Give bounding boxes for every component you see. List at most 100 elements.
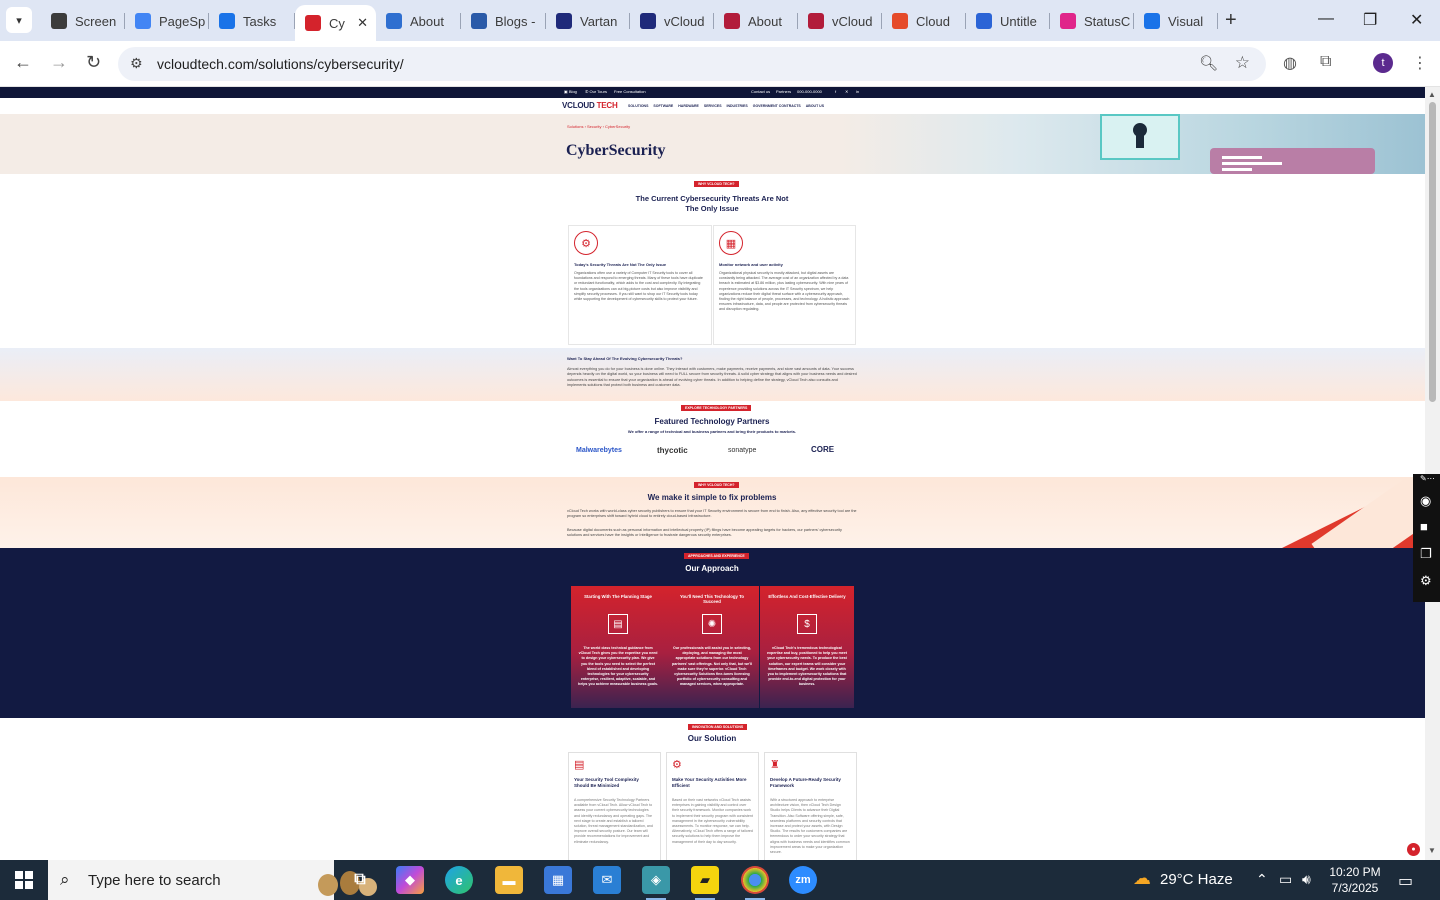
zoom-icon[interactable]: 🔍︎ bbox=[1199, 54, 1218, 72]
search-placeholder[interactable]: Type here to search bbox=[88, 872, 221, 889]
site-logo[interactable]: VCLOUD TECH bbox=[562, 101, 618, 110]
core-security-logo[interactable]: CORE bbox=[811, 445, 834, 454]
back-icon[interactable]: ← bbox=[14, 52, 32, 73]
facebook-icon[interactable]: f bbox=[835, 89, 836, 94]
new-tab-button[interactable]: + bbox=[1225, 9, 1237, 32]
x-social-icon[interactable]: ✕ bbox=[845, 89, 848, 94]
browser-tab[interactable]: Blogs - bbox=[461, 7, 546, 35]
tab-close-icon[interactable]: ✕ bbox=[357, 15, 368, 31]
window-capture-icon[interactable]: ❐ bbox=[1420, 546, 1432, 562]
minimize-button[interactable]: — bbox=[1318, 10, 1334, 28]
topbar-tours-link[interactable]: ✆ Our Tours bbox=[585, 89, 607, 94]
forward-icon[interactable]: → bbox=[50, 52, 68, 73]
pin-icon[interactable]: ✎⋯ bbox=[1420, 474, 1435, 483]
browser-tab[interactable]: Visual bbox=[1134, 7, 1218, 35]
thycotic-logo[interactable]: thycotic bbox=[657, 446, 688, 455]
profile-avatar[interactable]: t bbox=[1373, 53, 1393, 73]
partners-heading: Featured Technology Partners bbox=[654, 417, 770, 426]
topbar-partners-link[interactable]: Partners bbox=[776, 89, 791, 94]
close-window-button[interactable]: ✕ bbox=[1410, 10, 1423, 30]
file-explorer-icon[interactable]: ▬ bbox=[495, 866, 523, 894]
linkedin-icon[interactable]: in bbox=[856, 89, 859, 94]
nav-item[interactable]: SOFTWARE bbox=[653, 104, 673, 108]
copilot-icon[interactable]: ◆ bbox=[396, 866, 424, 894]
clock[interactable]: 10:20 PM 7/3/2025 bbox=[1326, 864, 1384, 896]
mail-icon[interactable]: ✉ bbox=[593, 866, 621, 894]
malwarebytes-logo[interactable]: Malwarebytes bbox=[576, 447, 622, 454]
solution-card-3: ♜ Develop A Future-Ready Security Framew… bbox=[764, 752, 857, 860]
nav-item[interactable]: INDUSTRIES bbox=[727, 104, 748, 108]
approach-card-planning: Starting With The Planning Stage ▤ The w… bbox=[571, 586, 665, 708]
bookmark-star-icon[interactable]: ☆ bbox=[1235, 53, 1250, 73]
threats-badge: WHY VCLOUD TECH? bbox=[694, 181, 739, 187]
network-icon[interactable]: ▭ bbox=[1279, 871, 1292, 888]
weather-text[interactable]: 29°C Haze bbox=[1160, 871, 1233, 888]
delivery-icon: $ bbox=[797, 614, 817, 634]
nav-item[interactable]: SOLUTIONS bbox=[628, 104, 648, 108]
reload-icon[interactable]: ↻ bbox=[86, 52, 101, 73]
tab-title: Cloud bbox=[916, 13, 950, 29]
tab-search-button[interactable]: ▾ bbox=[6, 7, 32, 33]
browser-tab[interactable]: Tasks bbox=[209, 7, 295, 35]
hero-window-graphic bbox=[1210, 148, 1375, 174]
browser-tab[interactable]: vCloud bbox=[630, 7, 714, 35]
task-view-icon[interactable]: ⧉ bbox=[346, 866, 374, 894]
sticky-notes-icon[interactable]: ▰ bbox=[691, 866, 719, 900]
notifications-icon[interactable]: ▭ bbox=[1398, 871, 1413, 891]
extensions-icon[interactable]: ⧉ bbox=[1320, 53, 1331, 71]
store-icon[interactable]: ▦ bbox=[544, 866, 572, 894]
app-icon[interactable]: ◈ bbox=[642, 866, 670, 900]
weather-icon[interactable]: ☁ bbox=[1133, 868, 1151, 889]
address-bar[interactable]: ⚙ vcloudtech.com/solutions/cybersecurity… bbox=[118, 47, 1266, 81]
video-icon[interactable]: ■ bbox=[1420, 519, 1428, 534]
translate-icon[interactable]: ◍ bbox=[1283, 53, 1297, 73]
notification-dot-icon[interactable]: ● bbox=[1407, 843, 1420, 856]
browser-tab[interactable]: About bbox=[714, 7, 798, 35]
planning-icon: ▤ bbox=[608, 614, 628, 634]
site-info-icon[interactable]: ⚙ bbox=[130, 55, 143, 72]
camera-icon[interactable]: ◉ bbox=[1420, 493, 1431, 509]
taskbar-search[interactable]: ⌕ Type here to search bbox=[48, 860, 377, 900]
tray-expand-icon[interactable]: ⌃ bbox=[1256, 871, 1268, 888]
approach-badge: APPROACHES AND EXPERIENCE bbox=[684, 553, 749, 559]
browser-tab[interactable]: vCloud bbox=[798, 7, 882, 35]
simple-text-2: Because digital documents such as person… bbox=[567, 528, 842, 538]
card-text: Organizations often use a variety of Com… bbox=[574, 271, 703, 302]
browser-tab[interactable]: Vartan bbox=[546, 7, 630, 35]
nav-item[interactable]: HARDWARE bbox=[678, 104, 699, 108]
tasks-icon bbox=[219, 13, 235, 29]
maximize-button[interactable]: ❐ bbox=[1363, 10, 1377, 30]
topbar-consultation-link[interactable]: Free Consultation bbox=[614, 89, 646, 94]
nav-item[interactable]: SERVICES bbox=[704, 104, 722, 108]
simple-heading: We make it simple to fix problems bbox=[647, 493, 777, 502]
topbar-contact-link[interactable]: Contact us bbox=[751, 89, 770, 94]
volume-icon[interactable]: 🔊︎ bbox=[1302, 871, 1311, 888]
topbar-blog-link[interactable]: ▣ Blog bbox=[564, 89, 577, 94]
sonatype-logo[interactable]: sonatype bbox=[728, 447, 756, 454]
scroll-down-icon[interactable]: ▼ bbox=[1428, 846, 1436, 855]
simple-badge: WHY VCLOUD TECH? bbox=[694, 482, 739, 488]
settings-gear-icon[interactable]: ⚙ bbox=[1420, 573, 1432, 589]
zoom-app-icon[interactable]: zm bbox=[789, 866, 817, 894]
scroll-up-icon[interactable]: ▲ bbox=[1428, 90, 1436, 99]
url-text[interactable]: vcloudtech.com/solutions/cybersecurity/ bbox=[157, 56, 404, 72]
browser-tab[interactable]: StatusC bbox=[1050, 7, 1134, 35]
browser-tab[interactable]: Screen bbox=[41, 7, 125, 35]
browser-tab[interactable]: PageSp bbox=[125, 7, 209, 35]
edge-icon[interactable]: e bbox=[445, 866, 473, 894]
topbar-phone[interactable]: 000-000-0000 bbox=[797, 89, 822, 94]
menu-icon[interactable]: ⋮ bbox=[1412, 53, 1428, 73]
start-button[interactable] bbox=[0, 860, 48, 900]
approach-heading: Our Approach bbox=[685, 564, 739, 573]
scrollbar-thumb[interactable] bbox=[1429, 102, 1436, 402]
browser-tab[interactable]: Cloud bbox=[882, 7, 966, 35]
chrome-icon[interactable] bbox=[741, 866, 769, 900]
browser-tab[interactable]: Untitle bbox=[966, 7, 1050, 35]
monitor-activity-icon: ▦ bbox=[719, 231, 743, 255]
browser-tab[interactable]: Cy ✕ bbox=[295, 5, 376, 41]
nav-item[interactable]: ABOUT US bbox=[806, 104, 824, 108]
nav-item[interactable]: GOVERNMENT CONTRACTS bbox=[753, 104, 801, 108]
browser-tab[interactable]: About bbox=[376, 7, 461, 35]
vcloud-icon bbox=[305, 15, 321, 31]
breadcrumb[interactable]: Solutions › Security › CyberSecurity bbox=[567, 124, 630, 129]
